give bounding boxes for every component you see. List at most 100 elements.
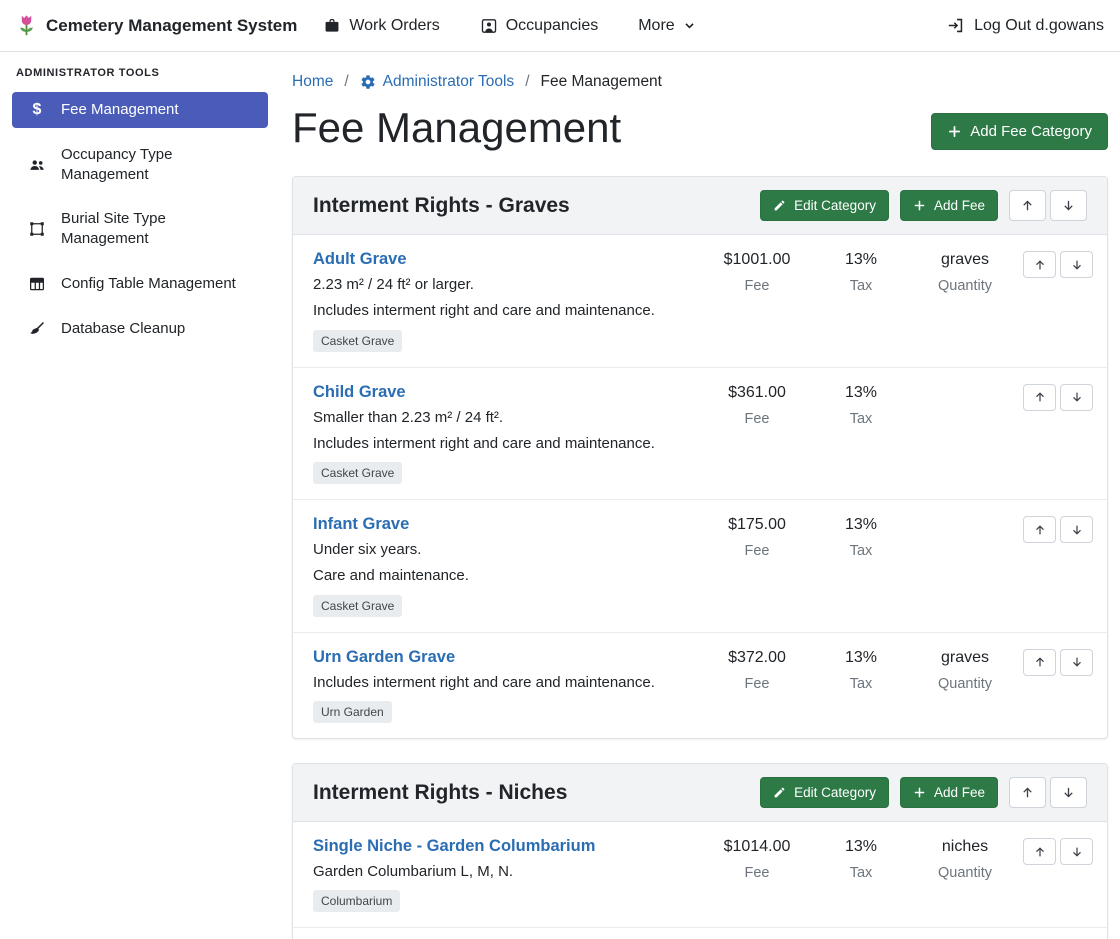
tax-value: 13% [809, 384, 913, 403]
quantity-cell [913, 514, 1017, 543]
tax-label: Tax [809, 865, 913, 881]
logout-button[interactable]: Log Out d.gowans [946, 16, 1104, 35]
flower-logo-icon [16, 13, 37, 38]
pencil-icon [773, 786, 786, 799]
fee-amount-cell: $361.00 Fee [705, 382, 809, 427]
fee-name-link[interactable]: Adult Grave [313, 250, 407, 269]
move-fee-up-button[interactable] [1023, 838, 1056, 865]
quantity-label: Quantity [913, 676, 1017, 692]
quantity-value [913, 516, 1017, 535]
move-category-down-button[interactable] [1050, 190, 1087, 221]
fee-amount: $1001.00 [705, 251, 809, 270]
move-fee-up-button[interactable] [1023, 251, 1056, 278]
app-brand[interactable]: Cemetery Management System [16, 13, 297, 38]
fee-label: Fee [705, 865, 809, 881]
nav-item-work-orders[interactable]: Work Orders [323, 17, 439, 35]
fee-amount: $1014.00 [705, 838, 809, 857]
move-fee-down-button[interactable] [1060, 649, 1093, 676]
tax-label: Tax [809, 411, 913, 427]
move-fee-up-button[interactable] [1023, 516, 1056, 543]
nav-item-label: Occupancies [506, 17, 599, 35]
fee-amount-cell: $372.00 Fee [705, 647, 809, 692]
breadcrumb-home-label: Home [292, 73, 333, 91]
main-nav: Work Orders Occupancies More [323, 17, 695, 35]
sidebar-item-occupancy-type-management[interactable]: Occupancy Type Management [12, 137, 268, 193]
fee-name-link[interactable]: Child Grave [313, 383, 406, 402]
quantity-label: Quantity [913, 865, 1017, 881]
gear-icon [360, 74, 376, 90]
breadcrumb-admin-tools-link[interactable]: Administrator Tools [360, 73, 515, 91]
plus-icon [913, 199, 926, 212]
users-icon [28, 156, 46, 174]
move-category-down-button[interactable] [1050, 777, 1087, 808]
sidebar-item-database-cleanup[interactable]: Database Cleanup [12, 311, 268, 347]
edit-category-button[interactable]: Edit Category [760, 190, 889, 221]
category-header: Interment Rights - Graves Edit Category [293, 177, 1107, 235]
quantity-cell: niches Quantity [913, 836, 1017, 881]
category-card-niches: Interment Rights - Niches Edit Category [292, 763, 1108, 939]
move-category-up-button[interactable] [1009, 190, 1046, 221]
down-arrow-icon [1061, 198, 1076, 213]
up-arrow-icon [1033, 258, 1047, 272]
fee-amount: $175.00 [705, 516, 809, 535]
edit-category-button[interactable]: Edit Category [760, 777, 889, 808]
fee-row: Infant Grave Under six years. Care and m… [293, 500, 1107, 633]
fee-name-link[interactable]: Infant Grave [313, 515, 409, 534]
sidebar-item-fee-management[interactable]: $ Fee Management [12, 92, 268, 128]
vector-square-icon [28, 220, 46, 238]
fee-description: Includes interment right and care and ma… [313, 674, 695, 692]
fee-amount: $361.00 [705, 384, 809, 403]
move-fee-up-button[interactable] [1023, 649, 1056, 676]
fee-description: Garden Columbarium L, M, N. [313, 863, 695, 881]
tax-value: 13% [809, 516, 913, 535]
move-fee-down-button[interactable] [1060, 251, 1093, 278]
category-title: Interment Rights - Graves [313, 194, 760, 218]
add-fee-button[interactable]: Add Fee [900, 777, 998, 808]
move-fee-down-button[interactable] [1060, 838, 1093, 865]
sidebar-item-burial-site-type-management[interactable]: Burial Site Type Management [12, 201, 268, 257]
sidebar-item-config-table-management[interactable]: Config Table Management [12, 266, 268, 302]
tax-value: 13% [809, 838, 913, 857]
add-fee-category-button[interactable]: Add Fee Category [931, 113, 1108, 150]
quantity-value [913, 384, 1017, 403]
table-icon [28, 275, 46, 293]
fee-row: Single Niche - Garden Columbarium Garden… [293, 822, 1107, 928]
breadcrumb-admin-tools-label: Administrator Tools [383, 73, 515, 91]
fee-name-link[interactable]: Urn Garden Grave [313, 648, 455, 667]
down-arrow-icon [1061, 785, 1076, 800]
tax-label: Tax [809, 676, 913, 692]
add-fee-button[interactable]: Add Fee [900, 190, 998, 221]
move-fee-down-button[interactable] [1060, 516, 1093, 543]
tax-value: 13% [809, 649, 913, 668]
breadcrumb: Home / Administrator Tools / Fee Managem… [292, 73, 1108, 91]
sidebar-heading: ADMINISTRATOR TOOLS [16, 67, 264, 79]
nav-item-more[interactable]: More [638, 17, 695, 35]
add-fee-label: Add Fee [934, 785, 985, 800]
up-arrow-icon [1020, 198, 1035, 213]
nav-item-label: More [638, 17, 674, 35]
up-arrow-icon [1033, 390, 1047, 404]
fee-name-link[interactable]: Single Niche - Garden Columbarium [313, 837, 595, 856]
quantity-value: graves [913, 649, 1017, 668]
tax-cell: 13% Tax [809, 249, 913, 294]
nav-item-occupancies[interactable]: Occupancies [480, 17, 599, 35]
move-fee-up-button[interactable] [1023, 384, 1056, 411]
edit-category-label: Edit Category [794, 785, 876, 800]
quantity-cell: graves Quantity [913, 647, 1017, 692]
up-arrow-icon [1020, 785, 1035, 800]
page-title: Fee Management [292, 104, 621, 152]
admin-sidebar: ADMINISTRATOR TOOLS $ Fee Management Occ… [0, 52, 280, 939]
breadcrumb-separator: / [525, 73, 529, 91]
move-category-up-button[interactable] [1009, 777, 1046, 808]
tax-label: Tax [809, 543, 913, 559]
up-arrow-icon [1033, 845, 1047, 859]
fee-amount-cell: $1014.00 Fee [705, 836, 809, 881]
plus-icon [947, 124, 962, 139]
fee-description: Smaller than 2.23 m² / 24 ft². [313, 409, 695, 427]
breadcrumb-home-link[interactable]: Home [292, 73, 333, 91]
fee-amount-cell: $1001.00 Fee [705, 249, 809, 294]
plus-icon [913, 786, 926, 799]
fee-label: Fee [705, 543, 809, 559]
up-arrow-icon [1033, 523, 1047, 537]
move-fee-down-button[interactable] [1060, 384, 1093, 411]
